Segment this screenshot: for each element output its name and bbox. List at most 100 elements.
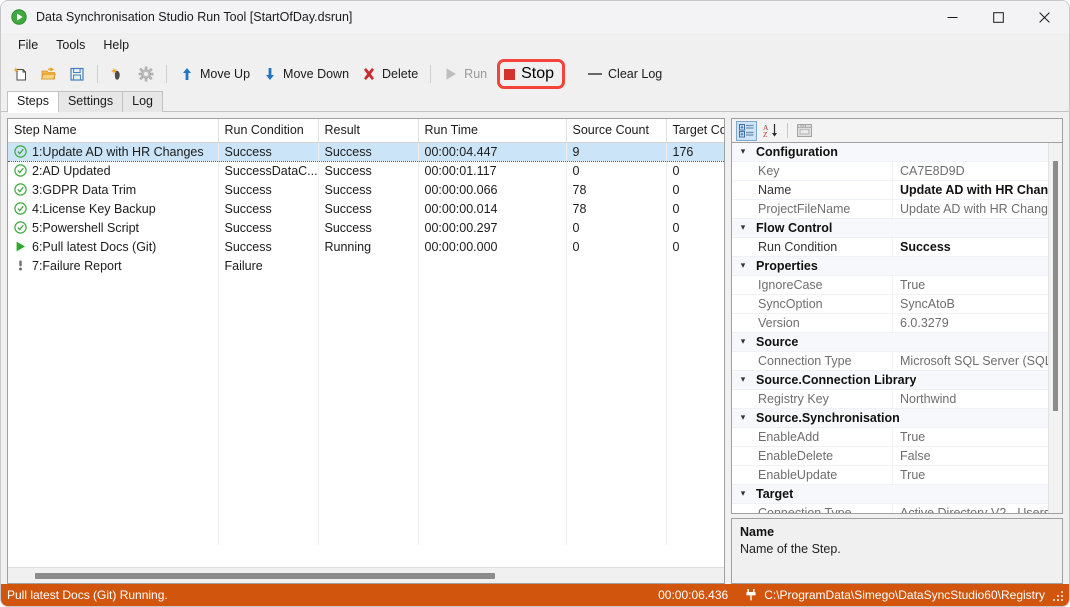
property-row[interactable]: EnableDelete False <box>732 446 1048 466</box>
column-header-result[interactable]: Result <box>318 119 419 143</box>
cell-result: Success <box>318 161 419 180</box>
chevron-down-icon[interactable]: ▾ <box>732 223 754 233</box>
property-category-row[interactable]: ▾ Source <box>732 333 1048 352</box>
property-name: Run Condition <box>758 240 838 254</box>
maximize-button[interactable] <box>975 1 1021 33</box>
cell-target-count: 0 <box>666 180 724 199</box>
property-value[interactable]: True <box>892 465 1048 485</box>
stop-button[interactable]: Stop <box>497 59 566 89</box>
menu-tools[interactable]: Tools <box>47 36 94 54</box>
chevron-down-icon[interactable]: ▾ <box>732 147 754 157</box>
property-category-label: Flow Control <box>756 221 833 235</box>
move-up-button[interactable]: Move Up <box>173 61 256 87</box>
property-toolbar-separator <box>787 123 788 138</box>
table-row[interactable]: 4:License Key Backup Success Success 00:… <box>8 199 724 218</box>
property-row[interactable]: Name Update AD with HR Change <box>732 180 1048 200</box>
property-row[interactable]: ProjectFileName Update AD with HR Change… <box>732 199 1048 219</box>
cell-source-count: 0 <box>566 237 667 256</box>
property-row[interactable]: Run Condition Success <box>732 237 1048 257</box>
property-row[interactable]: IgnoreCase True <box>732 275 1048 295</box>
pending-pin-icon <box>14 259 27 272</box>
property-value[interactable]: True <box>892 275 1048 295</box>
tab-settings[interactable]: Settings <box>57 91 124 112</box>
success-check-icon <box>14 164 27 177</box>
resize-grip[interactable] <box>1053 589 1065 601</box>
property-value[interactable]: Microsoft SQL Server (SQLCli <box>892 351 1048 371</box>
property-category-row[interactable]: ▾ Source.Synchronisation <box>732 409 1048 428</box>
chevron-down-icon[interactable]: ▾ <box>732 413 754 423</box>
property-grid-vertical-scrollbar[interactable] <box>1048 143 1062 513</box>
column-header-run-condition[interactable]: Run Condition <box>218 119 319 143</box>
scrollbar-thumb[interactable] <box>1053 161 1058 411</box>
move-down-button[interactable]: Move Down <box>256 61 355 87</box>
clear-log-button[interactable]: Clear Log <box>581 61 668 87</box>
table-row[interactable]: 5:Powershell Script Success Success 00:0… <box>8 218 724 237</box>
delete-button[interactable]: Delete <box>355 61 424 87</box>
cell-step-name: 6:Pull latest Docs (Git) <box>8 237 219 256</box>
alphabetical-sort-button[interactable]: A Z <box>760 121 781 141</box>
property-row[interactable]: SyncOption SyncAtoB <box>732 294 1048 314</box>
cell-run-time <box>418 256 567 275</box>
property-value[interactable]: Northwind <box>892 389 1048 409</box>
green-play-logo-icon <box>11 9 27 25</box>
tab-steps[interactable]: Steps <box>7 91 59 113</box>
open-folder-icon <box>40 66 57 82</box>
chevron-down-icon[interactable]: ▾ <box>732 375 754 385</box>
property-category-row[interactable]: ▾ Source.Connection Library <box>732 371 1048 390</box>
table-row[interactable]: 2:AD Updated SuccessDataC... Success 00:… <box>8 161 724 180</box>
property-value[interactable]: Update AD with HR Changes <box>892 199 1048 219</box>
chevron-down-icon[interactable]: ▾ <box>732 261 754 271</box>
scrollbar-thumb[interactable] <box>35 573 495 579</box>
property-row[interactable]: Connection Type Microsoft SQL Server (SQ… <box>732 351 1048 371</box>
categorized-view-button[interactable] <box>736 120 757 141</box>
property-value[interactable]: SyncAtoB <box>892 294 1048 314</box>
chevron-down-icon[interactable]: ▾ <box>732 337 754 347</box>
property-value[interactable]: 6.0.3279 <box>892 313 1048 333</box>
tab-log[interactable]: Log <box>122 91 163 112</box>
save-button[interactable] <box>63 61 91 87</box>
open-button[interactable] <box>35 61 63 87</box>
property-category-row[interactable]: ▾ Configuration <box>732 143 1048 162</box>
property-row[interactable]: EnableAdd True <box>732 427 1048 447</box>
table-row[interactable]: 1:Update AD with HR Changes Success Succ… <box>8 141 724 162</box>
cell-step-name: 3:GDPR Data Trim <box>8 180 219 199</box>
property-row[interactable]: EnableUpdate True <box>732 465 1048 485</box>
property-row[interactable]: Connection Type Active Directory V2 - Us… <box>732 503 1048 513</box>
property-value[interactable]: CA7E8D9D <box>892 161 1048 181</box>
property-row[interactable]: Registry Key Northwind <box>732 389 1048 409</box>
column-header-run-time[interactable]: Run Time <box>418 119 567 143</box>
property-value[interactable]: Active Directory V2 - Users/C <box>892 503 1048 513</box>
steps-table: Step Name Run Condition Result Run Time … <box>8 119 724 545</box>
property-pages-button[interactable] <box>794 121 815 141</box>
steps-grid-horizontal-scrollbar[interactable] <box>8 567 724 583</box>
table-row[interactable]: 3:GDPR Data Trim Success Success 00:00:0… <box>8 180 724 199</box>
property-name: Registry Key <box>758 392 829 406</box>
column-header-target-count[interactable]: Target Cou <box>666 119 724 143</box>
debug-button[interactable] <box>104 61 132 87</box>
settings-button[interactable] <box>132 61 160 87</box>
table-row[interactable]: 6:Pull latest Docs (Git) Success Running… <box>8 237 724 256</box>
table-row[interactable]: 7:Failure Report Failure <box>8 256 724 275</box>
chevron-down-icon[interactable]: ▾ <box>732 489 754 499</box>
minimize-button[interactable] <box>929 1 975 33</box>
menu-file[interactable]: File <box>9 36 47 54</box>
menu-help[interactable]: Help <box>94 36 138 54</box>
cell-run-condition: Success <box>218 199 319 218</box>
cell-source-count: 9 <box>566 141 667 162</box>
close-button[interactable] <box>1021 1 1067 33</box>
property-category-row[interactable]: ▾ Properties <box>732 257 1048 276</box>
new-button[interactable] <box>7 61 35 87</box>
column-header-step-name[interactable]: Step Name <box>8 119 219 143</box>
filler-cell <box>418 275 567 545</box>
column-header-source-count[interactable]: Source Count <box>566 119 667 143</box>
property-value[interactable]: False <box>892 446 1048 466</box>
cell-step-name: 5:Powershell Script <box>8 218 219 237</box>
property-value[interactable]: Update AD with HR Change <box>892 180 1048 200</box>
property-category-row[interactable]: ▾ Flow Control <box>732 219 1048 238</box>
property-value[interactable]: True <box>892 427 1048 447</box>
property-value[interactable]: Success <box>892 237 1048 257</box>
property-row[interactable]: Key CA7E8D9D <box>732 161 1048 181</box>
property-category-row[interactable]: ▾ Target <box>732 485 1048 504</box>
run-button[interactable]: Run <box>437 61 493 87</box>
property-row[interactable]: Version 6.0.3279 <box>732 313 1048 333</box>
